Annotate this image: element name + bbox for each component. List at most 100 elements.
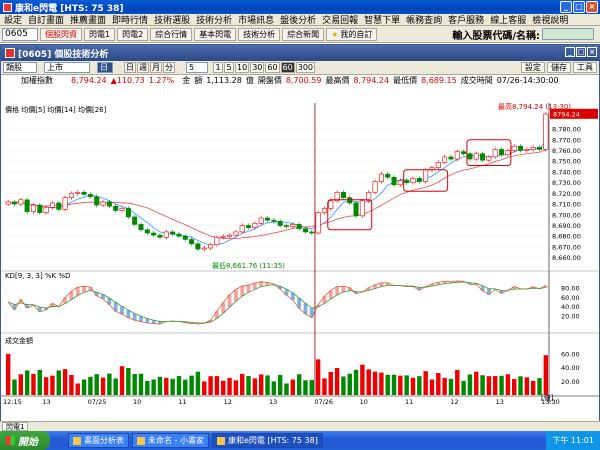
minute-60[interactable]: 60 — [265, 62, 280, 73]
menu-item[interactable]: 盤後分析 — [280, 13, 316, 26]
task-item-active[interactable]: 康和e閃電 [HTS: 75 38] — [211, 433, 323, 448]
close-button[interactable]: × — [586, 1, 598, 13]
volume-bar — [233, 380, 239, 395]
candle-body — [163, 231, 169, 238]
taskbar: 開始 畫面分析表 未命名 - 小畫家 康和e閃電 [HTS: 75 38] 下午… — [0, 431, 600, 450]
minute-10[interactable]: 10 — [235, 62, 250, 73]
panel-icon — [5, 48, 15, 58]
save-button[interactable]: 儲存 — [547, 62, 571, 73]
candle-body — [119, 208, 125, 211]
price-tick-label: 8,720.00 — [552, 190, 581, 198]
price-tick-label: 8,770.00 — [552, 136, 581, 144]
candle-body — [182, 235, 188, 240]
minute-30[interactable]: 30 — [250, 62, 265, 73]
minimize-button[interactable]: _ — [560, 1, 572, 13]
candle-body — [68, 193, 74, 198]
price-tick-label: 8,750.00 — [552, 158, 581, 166]
candle-body — [208, 244, 214, 249]
candle-body — [442, 156, 448, 163]
panel-minimize-button[interactable]: _ — [565, 47, 575, 57]
volume-bar — [290, 379, 296, 395]
panel-close-button[interactable]: × — [587, 47, 597, 57]
candle-body — [328, 200, 334, 209]
volume-bar — [75, 383, 80, 395]
candle-body — [252, 223, 258, 228]
period-week[interactable]: 週 — [137, 62, 149, 73]
volume-bar — [119, 366, 125, 395]
menu-item[interactable]: 市場訊息 — [238, 13, 274, 26]
kd-tick-label: 40.00 — [561, 303, 580, 311]
menu-item[interactable]: 客戶服務 — [448, 13, 484, 26]
menu-item[interactable]: 智慧下單 — [364, 13, 400, 26]
menu-item[interactable]: 推薦畫面 — [70, 13, 106, 26]
flash1-button[interactable]: 閃電1 — [84, 27, 116, 41]
minute-5[interactable]: 5 — [224, 62, 234, 73]
volume-bar — [372, 371, 378, 395]
task-item[interactable]: 畫面分析表 — [68, 433, 129, 448]
volume-bar — [170, 378, 175, 395]
candle-body — [473, 153, 479, 160]
volume-bar — [208, 376, 213, 395]
panel-maximize-button[interactable]: □ — [576, 47, 586, 57]
menu-item[interactable]: 交易回報 — [322, 13, 358, 26]
menu-item[interactable]: 即時行情 — [112, 13, 148, 26]
menu-item[interactable]: 設定 — [4, 13, 22, 26]
candle-body — [233, 231, 239, 236]
news-button[interactable]: 綜合新聞 — [282, 27, 325, 41]
task-item[interactable]: 未命名 - 小畫家 — [132, 433, 209, 448]
minute-1[interactable]: 1 — [213, 62, 223, 73]
candle-body — [201, 247, 207, 250]
settings-button[interactable]: 設定 — [521, 62, 545, 73]
tick-mode[interactable]: 60 — [280, 62, 295, 73]
menu-item[interactable]: 檢視說明 — [532, 13, 568, 26]
volume-bar — [62, 369, 68, 395]
volume-bar — [151, 379, 156, 395]
tech-analysis-button[interactable]: 技術分析 — [238, 27, 281, 41]
maximize-button[interactable]: □ — [573, 1, 585, 13]
time-tick-label: 13:30 — [541, 398, 560, 406]
start-button[interactable]: 開始 — [0, 431, 50, 450]
technical-chart[interactable]: 價格 均價[5] 均價[14] 均價[26] KD[9, 3, 3] %K %D… — [1, 103, 599, 421]
market-select[interactable]: 上市 — [44, 62, 90, 73]
volume-bar — [322, 378, 327, 395]
period-minute[interactable]: 分 — [163, 62, 175, 73]
candle-body — [461, 151, 467, 155]
custom-button[interactable]: 我的自訂 — [326, 27, 378, 41]
price-tick-label: 8,680.00 — [552, 233, 581, 241]
minute-count-select[interactable]: 5 — [186, 62, 208, 73]
tools-button[interactable]: 工具 — [573, 62, 597, 73]
menu-item[interactable]: 技術選股 — [154, 13, 190, 26]
volume-bar — [442, 377, 447, 395]
menubar: 設定 自訂畫面 推薦畫面 即時行情 技術選股 技術分析 市場訊息 盤後分析 交易… — [0, 14, 600, 26]
volume-bar — [5, 353, 11, 395]
category-select[interactable]: 類股 — [3, 62, 37, 73]
stock-code-select[interactable]: 0605 — [2, 27, 38, 41]
volume-bar — [360, 364, 365, 395]
count-300[interactable]: 300 — [295, 62, 316, 73]
volume-bar — [138, 373, 144, 395]
candle-body — [347, 197, 353, 204]
window-titlebar: 康和e閃電 [HTS: 75 38] _ □ × — [0, 0, 600, 14]
volume-bar — [37, 369, 43, 395]
period-select[interactable]: 日 — [97, 62, 113, 73]
candle-body — [176, 233, 182, 237]
market-button[interactable]: 綜合行情 — [150, 27, 193, 41]
flash2-button[interactable]: 閃電2 — [117, 27, 149, 41]
period-day[interactable]: 日 — [124, 62, 136, 73]
panel-header: [0605] 個股技術分析 _ □ × — [1, 45, 599, 61]
menu-item[interactable]: 技術分析 — [196, 13, 232, 26]
stock-input[interactable] — [542, 28, 594, 40]
menu-item[interactable]: 自訂畫面 — [28, 13, 64, 26]
candle-body — [214, 236, 220, 246]
menu-item[interactable]: 線上客服 — [490, 13, 526, 26]
amount-label-2: 額 — [194, 76, 203, 85]
quick-info-button[interactable]: 個股閃資 — [40, 27, 82, 41]
period-month[interactable]: 月 — [150, 62, 162, 73]
volume-bar — [284, 383, 289, 395]
candle-body — [416, 178, 422, 182]
basic-button[interactable]: 基本閃電 — [194, 27, 237, 41]
volume-bar — [505, 374, 511, 395]
menu-item[interactable]: 帳務查詢 — [406, 13, 442, 26]
tab-flash1[interactable]: 閃電1 — [2, 422, 29, 431]
time-tick-label: 13 — [42, 398, 50, 406]
